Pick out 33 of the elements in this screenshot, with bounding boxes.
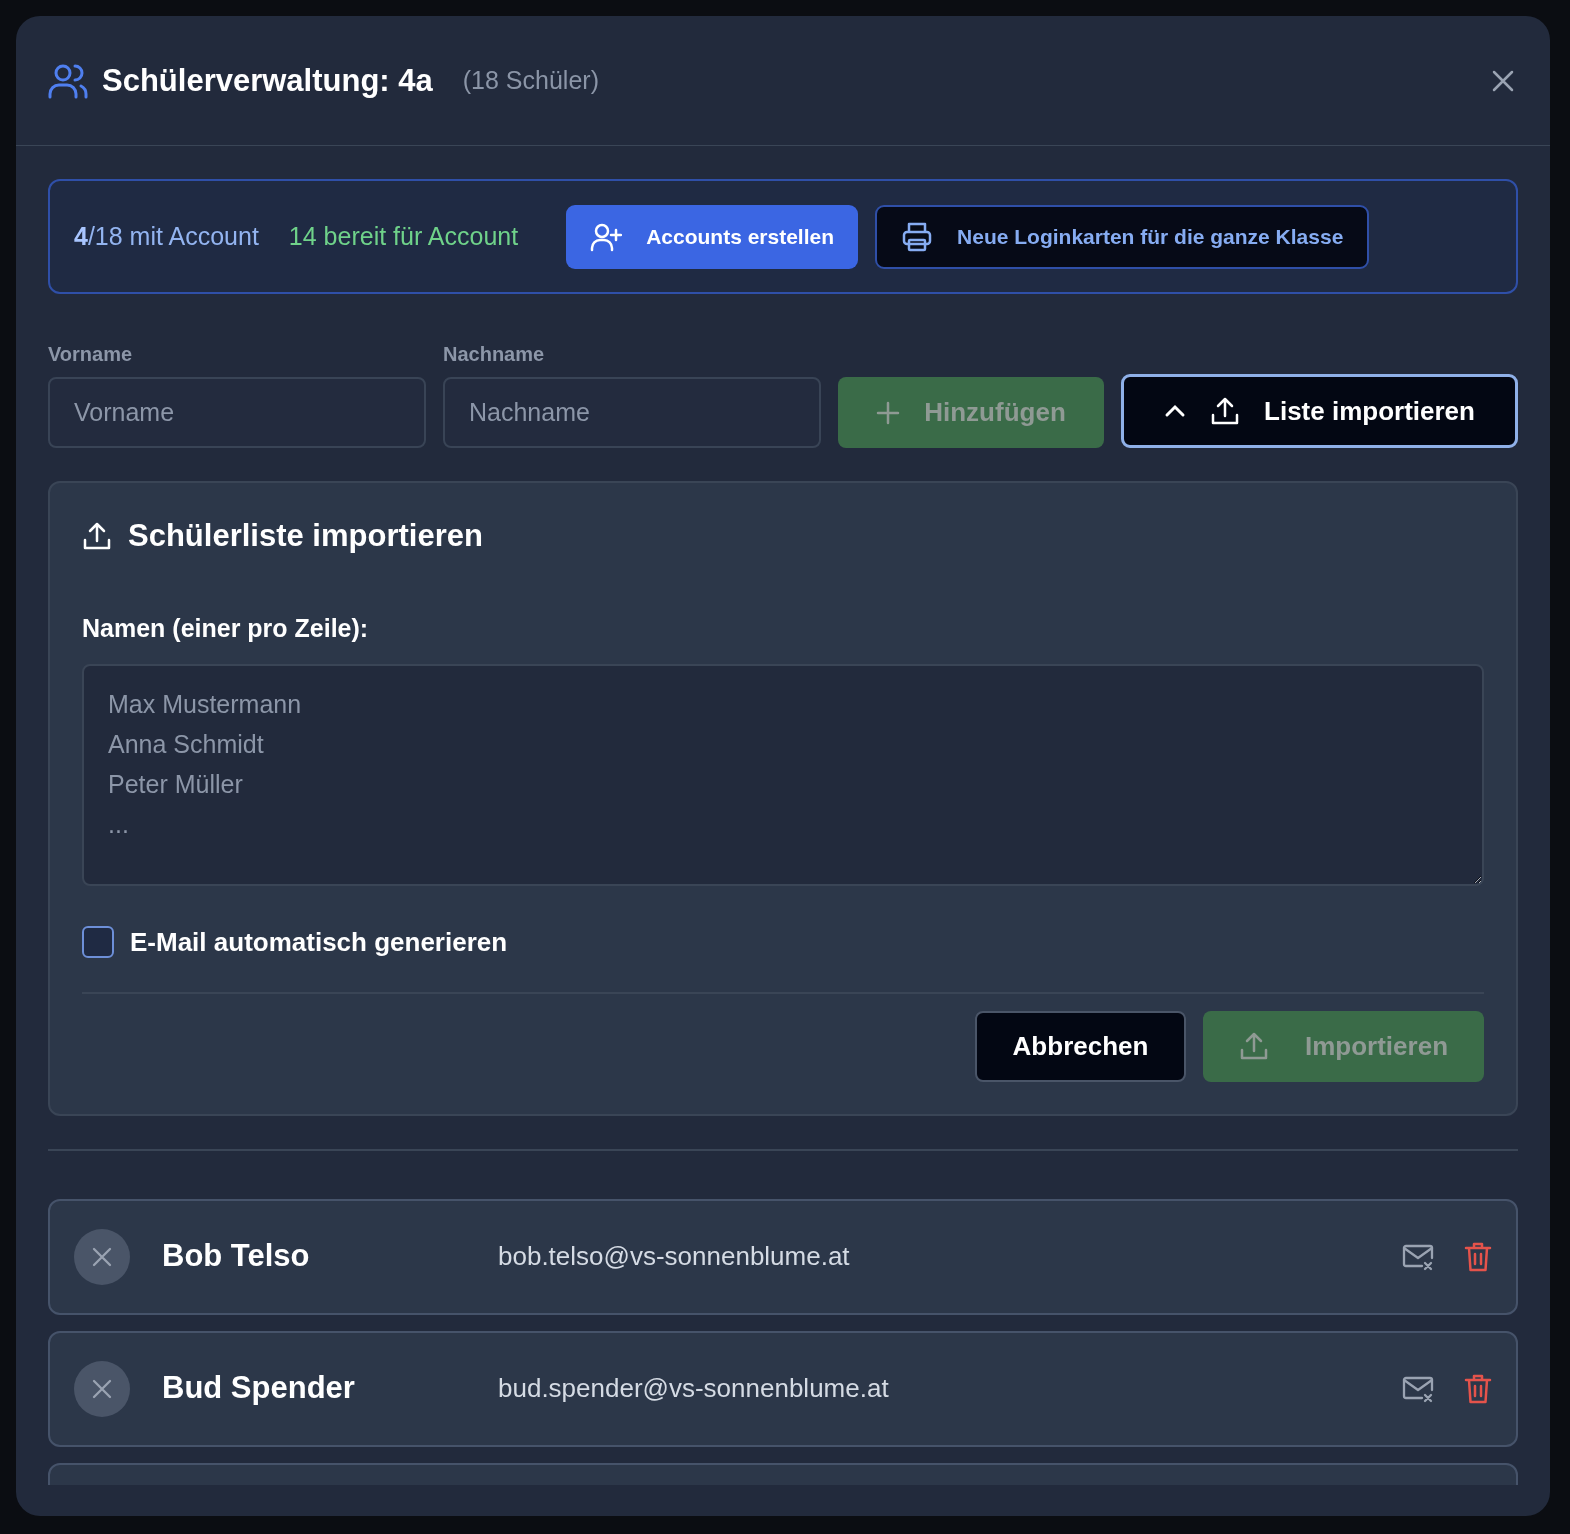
mail-x-icon[interactable]	[1402, 1374, 1434, 1403]
upload-icon	[1210, 396, 1241, 426]
upload-icon	[1239, 1031, 1269, 1062]
student-name: Bob Telso	[162, 1237, 311, 1276]
delete-icon[interactable]	[1464, 1372, 1492, 1405]
ready-count: 14 bereit für Account	[288, 220, 519, 252]
names-label: Namen (einer pro Zeile):	[82, 613, 370, 645]
import-list-button[interactable]: Liste importieren	[1121, 374, 1518, 448]
add-user-icon	[590, 221, 623, 252]
student-email: bud.spender@vs-sonnenblume.at	[498, 1372, 889, 1406]
plus-icon	[876, 400, 901, 425]
account-count: 4/18 mit Account	[74, 220, 259, 252]
field-label: Vorname	[48, 342, 134, 367]
field-label: Nachname	[443, 342, 546, 367]
users-icon	[48, 62, 88, 99]
printer-icon	[901, 220, 934, 253]
student-count: (18 Schüler)	[462, 64, 599, 96]
delete-icon[interactable]	[1464, 1240, 1492, 1273]
auto-email-checkbox[interactable]	[82, 926, 114, 959]
student-email: bob.telso@vs-sonnenblume.at	[498, 1240, 850, 1274]
names-field[interactable]: Max Mustermann Anna Schmidt Peter Müller ...	[82, 663, 1484, 886]
chevron-icon	[1164, 404, 1187, 418]
first-name-field[interactable]: Vorname	[48, 377, 426, 448]
cancel-button[interactable]: Abbrechen	[975, 1010, 1186, 1082]
dialog-title: Schülerverwaltung: 4a	[102, 61, 433, 100]
print-login-cards-button[interactable]: Neue Loginkarten für die ganze Klasse	[875, 204, 1370, 269]
last-name-field[interactable]: Nachname	[443, 377, 821, 448]
student-name: Bud Spender	[162, 1369, 356, 1408]
create-accounts-button[interactable]: Accounts erstellen	[566, 204, 859, 269]
upload-icon	[82, 520, 112, 551]
mail-x-icon[interactable]	[1402, 1242, 1434, 1271]
panel-title: Schülerliste importieren	[128, 517, 483, 555]
checkbox-label: E-Mail automatisch generieren	[130, 925, 508, 959]
